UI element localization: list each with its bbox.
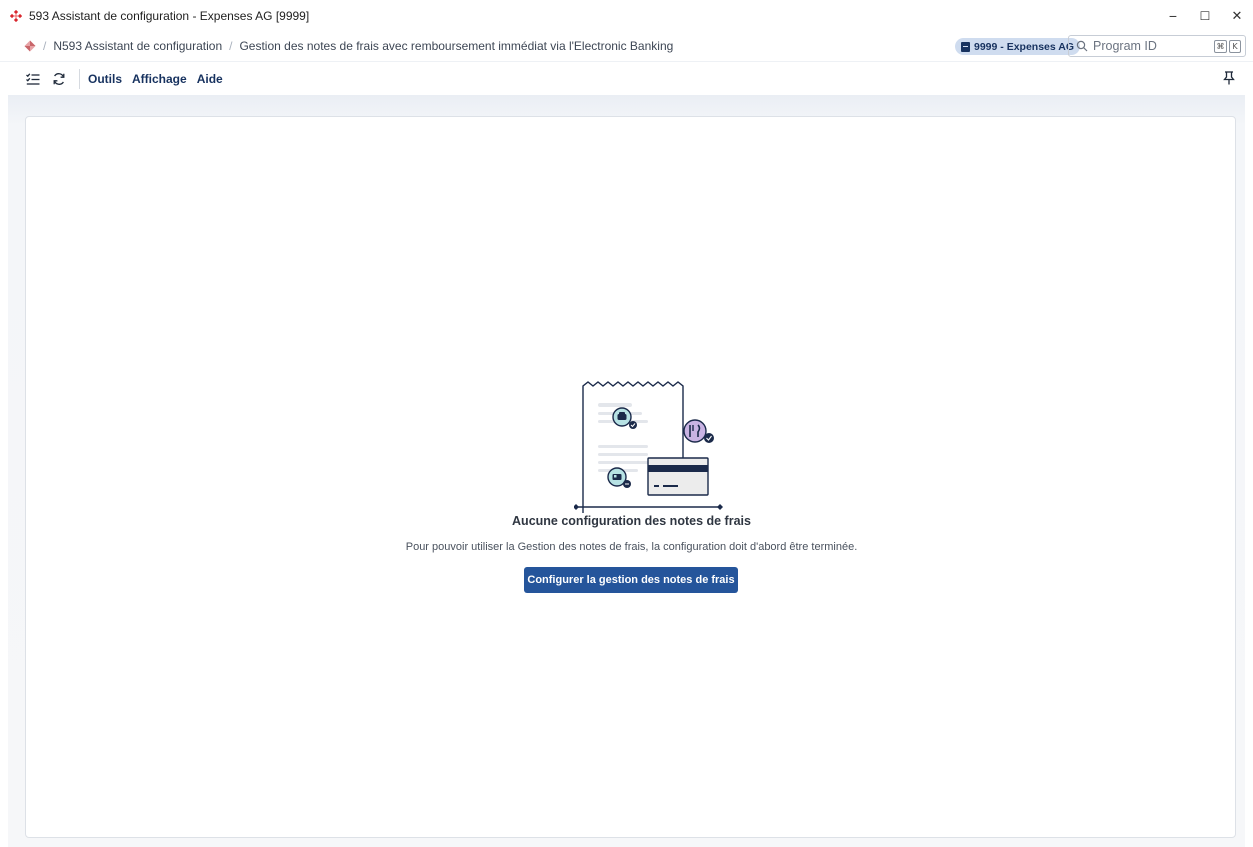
maximize-button[interactable]: ☐ bbox=[1189, 0, 1221, 31]
expense-receipt-illustration bbox=[573, 379, 734, 522]
app-logo-icon bbox=[10, 9, 22, 22]
breadcrumb-item-current: Gestion des notes de frais avec rembours… bbox=[239, 39, 674, 53]
shortcut-k-key: K bbox=[1229, 40, 1241, 53]
minimize-button[interactable]: − bbox=[1157, 0, 1189, 31]
tenant-badge[interactable]: 9999 - Expenses AG bbox=[955, 38, 1080, 55]
breadcrumb: / N593 Assistant de configuration / Gest… bbox=[0, 31, 1253, 62]
home-logo-icon[interactable] bbox=[24, 40, 36, 52]
breadcrumb-separator: / bbox=[229, 39, 233, 53]
tenant-label: 9999 - Expenses AG bbox=[974, 40, 1074, 53]
empty-state-title: Aucune configuration des notes de frais bbox=[512, 514, 751, 528]
search-icon bbox=[1076, 40, 1088, 52]
close-button[interactable]: ✕ bbox=[1221, 0, 1253, 31]
breadcrumb-separator: / bbox=[43, 39, 47, 53]
window-title: 593 Assistant de configuration - Expense… bbox=[29, 8, 310, 23]
search-input[interactable] bbox=[1093, 39, 1198, 53]
content-panel: Aucune configuration des notes de frais … bbox=[25, 116, 1236, 838]
window-title-bar: 593 Assistant de configuration - Expense… bbox=[0, 0, 1253, 31]
menu-affichage[interactable]: Affichage bbox=[132, 72, 187, 86]
empty-state-description: Pour pouvoir utiliser la Gestion des not… bbox=[405, 541, 858, 553]
configure-expenses-button[interactable]: Configurer la gestion des notes de frais bbox=[524, 567, 738, 593]
checklist-icon[interactable] bbox=[25, 71, 41, 87]
toolbar-divider bbox=[79, 68, 80, 89]
breadcrumb-item-assistant[interactable]: N593 Assistant de configuration bbox=[53, 39, 222, 53]
toolbar: Outils Affichage Aide bbox=[0, 62, 1253, 95]
menu-aide[interactable]: Aide bbox=[197, 72, 223, 86]
window-controls: − ☐ ✕ bbox=[1157, 0, 1253, 31]
menu-outils[interactable]: Outils bbox=[88, 72, 122, 86]
main-area: Aucune configuration des notes de frais … bbox=[8, 95, 1245, 847]
refresh-icon[interactable] bbox=[51, 71, 67, 87]
program-search[interactable]: ⌘ K bbox=[1068, 35, 1246, 57]
shortcut-mod-key: ⌘ bbox=[1214, 40, 1227, 53]
building-icon bbox=[961, 41, 970, 52]
pin-icon[interactable] bbox=[1221, 70, 1237, 86]
